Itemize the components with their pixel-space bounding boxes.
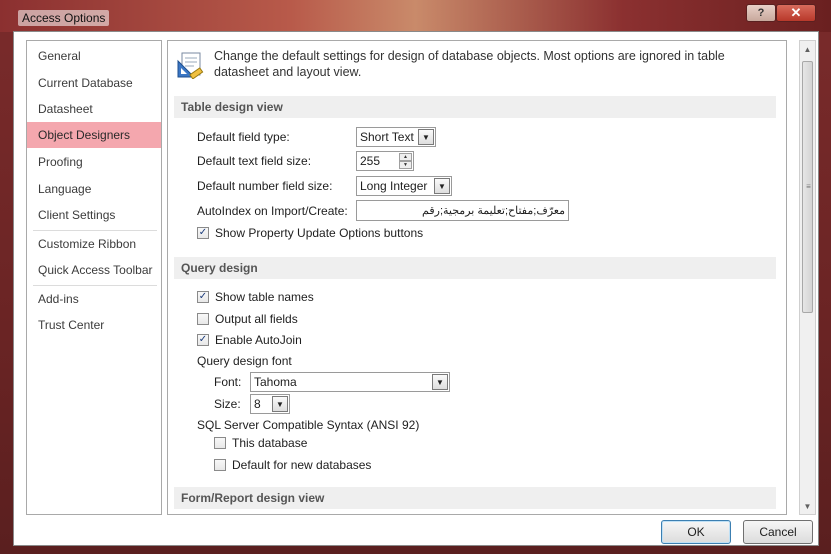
checkbox-unchecked-icon[interactable] bbox=[214, 437, 226, 449]
window-title: Access Options bbox=[18, 10, 110, 26]
title-bar: Access Options ? ✕ bbox=[0, 0, 831, 32]
output-all-fields-checkbox[interactable]: Output all fields bbox=[197, 312, 298, 326]
checkbox-label: This database bbox=[232, 436, 308, 450]
nav-panel: General Current Database Datasheet Objec… bbox=[26, 40, 162, 515]
nav-item-label: Object Designers bbox=[38, 128, 131, 142]
text-size-spinner[interactable]: 255 ▲ ▼ bbox=[356, 151, 414, 171]
section-table-design: Table design view bbox=[174, 96, 776, 118]
select-value: Long Integer bbox=[360, 179, 428, 193]
checkbox-unchecked-icon[interactable] bbox=[197, 313, 209, 325]
scroll-up-icon[interactable]: ▲ bbox=[800, 41, 815, 57]
nav-item-quick-access-toolbar[interactable]: Quick Access Toolbar bbox=[27, 257, 161, 283]
chevron-down-icon[interactable]: ▼ bbox=[272, 396, 288, 412]
nav-item-label: Datasheet bbox=[38, 102, 93, 116]
grip-icon: ≡ bbox=[806, 182, 811, 191]
help-button[interactable]: ? bbox=[746, 4, 776, 22]
checkbox-label: Default for new databases bbox=[232, 458, 372, 472]
number-size-label: Default number field size: bbox=[197, 179, 333, 193]
nav-item-client-settings[interactable]: Client Settings bbox=[27, 202, 161, 228]
nav-item-customize-ribbon[interactable]: Customize Ribbon bbox=[27, 231, 161, 257]
font-select[interactable]: Tahoma ▼ bbox=[250, 372, 450, 392]
size-label: Size: bbox=[214, 397, 241, 411]
nav-item-current-database[interactable]: Current Database bbox=[27, 70, 161, 96]
nav-item-general[interactable]: General bbox=[27, 43, 161, 69]
ok-button[interactable]: OK bbox=[661, 520, 731, 544]
section-form-report-design: Form/Report design view bbox=[174, 487, 776, 509]
intro-text: Change the default settings for design o… bbox=[214, 49, 725, 79]
nav-item-label: Add-ins bbox=[38, 292, 79, 306]
section-header: Table design view bbox=[181, 100, 283, 114]
scroll-down-icon[interactable]: ▼ bbox=[800, 498, 815, 514]
size-select[interactable]: 8 ▼ bbox=[250, 394, 290, 414]
spin-up-icon[interactable]: ▲ bbox=[399, 153, 412, 161]
nav-item-label: Customize Ribbon bbox=[38, 237, 137, 251]
nav-item-language[interactable]: Language bbox=[27, 176, 161, 202]
nav-item-label: Current Database bbox=[38, 76, 133, 90]
checkbox-checked-icon[interactable]: ✓ bbox=[197, 227, 209, 239]
nav-item-add-ins[interactable]: Add-ins bbox=[27, 286, 161, 312]
autoindex-label: AutoIndex on Import/Create: bbox=[197, 204, 348, 218]
default-new-databases-checkbox[interactable]: Default for new databases bbox=[214, 458, 371, 472]
checkbox-checked-icon[interactable]: ✓ bbox=[197, 291, 209, 303]
nav-item-datasheet[interactable]: Datasheet bbox=[27, 96, 161, 122]
nav-item-proofing[interactable]: Proofing bbox=[27, 149, 161, 175]
number-size-select[interactable]: Long Integer ▼ bbox=[356, 176, 452, 196]
checkbox-label: Show Property Update Options buttons bbox=[215, 226, 424, 240]
dialog-client: General Current Database Datasheet Objec… bbox=[13, 31, 819, 546]
select-value: Short Text bbox=[360, 130, 414, 144]
chevron-down-icon[interactable]: ▼ bbox=[434, 178, 450, 194]
chevron-down-icon[interactable]: ▼ bbox=[418, 129, 434, 145]
sql-syntax-label: SQL Server Compatible Syntax (ANSI 92) bbox=[197, 418, 420, 432]
font-label: Font: bbox=[214, 375, 242, 389]
spinner-value: 255 bbox=[360, 154, 381, 168]
nav-item-object-designers[interactable]: Object Designers bbox=[27, 122, 161, 148]
design-settings-icon bbox=[177, 52, 204, 79]
vertical-scrollbar[interactable]: ▲ ≡ ▼ bbox=[799, 40, 816, 515]
checkbox-label: Show table names bbox=[215, 290, 314, 304]
nav-item-label: Client Settings bbox=[38, 208, 116, 222]
this-database-checkbox[interactable]: This database bbox=[214, 436, 307, 450]
section-query-design: Query design bbox=[174, 257, 776, 279]
cancel-button[interactable]: Cancel bbox=[743, 520, 813, 544]
checkbox-label: Enable AutoJoin bbox=[215, 333, 302, 347]
field-type-label: Default field type: bbox=[197, 130, 290, 144]
spin-down-icon[interactable]: ▼ bbox=[399, 161, 412, 169]
query-font-group-label: Query design font bbox=[197, 354, 292, 368]
checkbox-label: Output all fields bbox=[215, 312, 298, 326]
nav-item-label: Quick Access Toolbar bbox=[38, 263, 153, 277]
select-value: 8 bbox=[254, 397, 261, 411]
show-table-names-checkbox[interactable]: ✓ Show table names bbox=[197, 290, 314, 304]
scrollbar-thumb[interactable]: ≡ bbox=[802, 61, 813, 313]
nav-item-label: General bbox=[38, 49, 81, 63]
show-property-checkbox[interactable]: ✓ Show Property Update Options buttons bbox=[197, 226, 423, 240]
checkbox-checked-icon[interactable]: ✓ bbox=[197, 334, 209, 346]
chevron-down-icon[interactable]: ▼ bbox=[432, 374, 448, 390]
autoindex-input[interactable]: معرّف;مفتاح;تعليمة برمجية;رقم bbox=[356, 200, 569, 221]
enable-autojoin-checkbox[interactable]: ✓ Enable AutoJoin bbox=[197, 333, 302, 347]
options-content: Change the default settings for design o… bbox=[167, 40, 787, 515]
nav-item-label: Language bbox=[38, 182, 92, 196]
select-value: Tahoma bbox=[254, 375, 297, 389]
text-size-label: Default text field size: bbox=[197, 154, 312, 168]
nav-item-trust-center[interactable]: Trust Center bbox=[27, 312, 161, 338]
field-type-select[interactable]: Short Text ▼ bbox=[356, 127, 436, 147]
checkbox-unchecked-icon[interactable] bbox=[214, 459, 226, 471]
nav-item-label: Trust Center bbox=[38, 318, 105, 332]
nav-item-label: Proofing bbox=[38, 155, 83, 169]
section-header: Query design bbox=[181, 261, 258, 275]
close-button[interactable]: ✕ bbox=[776, 4, 816, 22]
section-header: Form/Report design view bbox=[181, 491, 325, 505]
